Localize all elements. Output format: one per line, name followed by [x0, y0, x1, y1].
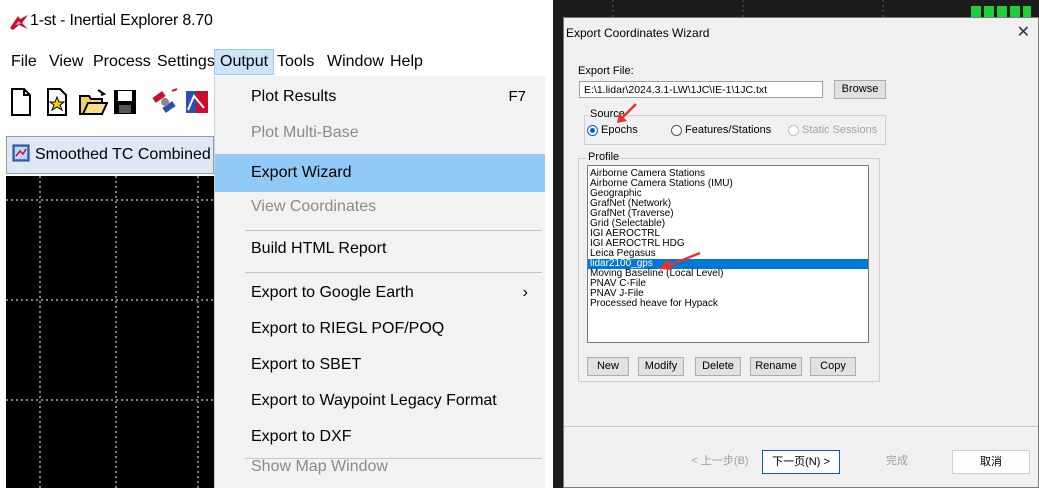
app-logo-icon [10, 15, 28, 30]
menu-item-export-wizard[interactable]: Export Wizard [215, 154, 545, 192]
delete-profile-button[interactable]: Delete [695, 357, 741, 376]
menu-item-plot-multi-base[interactable]: Plot Multi-Base [215, 114, 545, 152]
new-profile-button[interactable]: New [587, 357, 629, 376]
radio-features-stations-label: Features/Stations [685, 124, 772, 136]
menu-file[interactable]: File [6, 49, 42, 75]
submenu-arrow-icon: › [522, 284, 528, 301]
radio-static-sessions-label: Static Sessions [802, 124, 878, 136]
child-window-titlebar[interactable]: Smoothed TC Combined - M [6, 136, 238, 174]
satellite-icon[interactable] [150, 86, 180, 118]
new-document-icon[interactable] [6, 86, 36, 118]
background-plot-strip [612, 0, 1031, 17]
export-file-label: Export File: [578, 65, 634, 77]
menu-item-export-google-earth[interactable]: Export to Google Earth › [215, 274, 545, 312]
menu-view[interactable]: View [44, 49, 88, 75]
toolbar [0, 80, 214, 124]
dialog-backdrop: Export Coordinates Wizard ✕ Export File:… [553, 0, 1039, 488]
back-button[interactable]: < 上一步(B) [683, 450, 757, 474]
open-folder-icon[interactable] [78, 86, 108, 118]
title-bar: 1-st - Inertial Explorer 8.70 [0, 0, 545, 44]
menu-item-label: Export to Google Earth [251, 284, 414, 301]
menu-item-label: Export to SBET [251, 356, 362, 373]
menu-item-export-waypoint[interactable]: Export to Waypoint Legacy Format [215, 382, 545, 420]
menu-process[interactable]: Process [88, 49, 156, 75]
rename-profile-button[interactable]: Rename [750, 357, 802, 376]
annotation-arrow-icon [659, 251, 701, 270]
menu-item-plot-results[interactable]: Plot Results F7 [215, 78, 545, 116]
plot-window-icon [12, 144, 30, 162]
output-dropdown-menu: Plot Results F7 Plot Multi-Base Export W… [214, 76, 545, 488]
menu-settings[interactable]: Settings [152, 49, 220, 75]
radio-epochs[interactable] [587, 125, 598, 136]
list-item[interactable]: Processed heave for Hypack [588, 299, 868, 309]
radio-features-stations[interactable] [671, 125, 682, 136]
menu-item-export-sbet[interactable]: Export to SBET [215, 346, 545, 384]
menu-bar: File View Process Settings Output Tools … [0, 49, 545, 75]
menu-help[interactable]: Help [385, 49, 428, 75]
menu-separator [245, 272, 542, 273]
menu-item-build-html-report[interactable]: Build HTML Report [215, 230, 545, 268]
child-window-title: Smoothed TC Combined - M [35, 146, 239, 163]
process-icon[interactable] [182, 86, 212, 118]
inertial-explorer-window: 1-st - Inertial Explorer 8.70 File View … [0, 0, 545, 488]
copy-profile-button[interactable]: Copy [810, 357, 856, 376]
menu-item-show-map-window[interactable]: Show Map Window [215, 448, 545, 486]
menu-item-label: Export to RIEGL POF/POQ [251, 320, 445, 337]
menu-item-label: View Coordinates [251, 198, 377, 215]
annotation-arrow-icon [617, 103, 637, 123]
menu-item-export-riegl[interactable]: Export to RIEGL POF/POQ [215, 310, 545, 348]
save-icon[interactable] [110, 86, 140, 118]
menu-item-label: Plot Results [251, 88, 337, 105]
footer-separator [564, 426, 1038, 427]
shortcut-label: F7 [508, 88, 526, 105]
close-icon[interactable]: ✕ [1017, 22, 1030, 42]
menu-item-label: Show Map Window [251, 458, 388, 475]
menu-output[interactable]: Output [214, 49, 275, 75]
profile-label: Profile [586, 151, 622, 163]
menu-item-label: Plot Multi-Base [251, 124, 359, 141]
modify-profile-button[interactable]: Modify [638, 357, 684, 376]
browse-button[interactable]: Browse [834, 80, 886, 99]
export-coordinates-wizard-dialog: Export Coordinates Wizard ✕ Export File:… [563, 17, 1039, 488]
menu-tools[interactable]: Tools [272, 49, 319, 75]
finish-button[interactable]: 完成 [860, 450, 934, 474]
dialog-title: Export Coordinates Wizard [566, 26, 710, 40]
open-star-icon[interactable] [42, 86, 72, 118]
next-button[interactable]: 下一页(N) > [762, 450, 840, 474]
cancel-button[interactable]: 取消 [952, 450, 1030, 474]
export-file-field[interactable]: E:\1.lidar\2024.3.1-LW\1JC\IE-1\1JC.txt [579, 81, 823, 98]
menu-item-label: Export to Waypoint Legacy Format [251, 392, 497, 409]
menu-item-view-coordinates[interactable]: View Coordinates [215, 188, 545, 226]
menu-window[interactable]: Window [322, 49, 389, 75]
plot-area[interactable] [6, 176, 214, 488]
radio-static-sessions[interactable] [788, 125, 799, 136]
menu-item-label: Export Wizard [251, 164, 352, 181]
menu-item-label: Build HTML Report [251, 240, 387, 257]
window-title: 1-st - Inertial Explorer 8.70 [30, 12, 213, 29]
profile-listbox[interactable]: Airborne Camera Stations Airborne Camera… [587, 165, 869, 343]
